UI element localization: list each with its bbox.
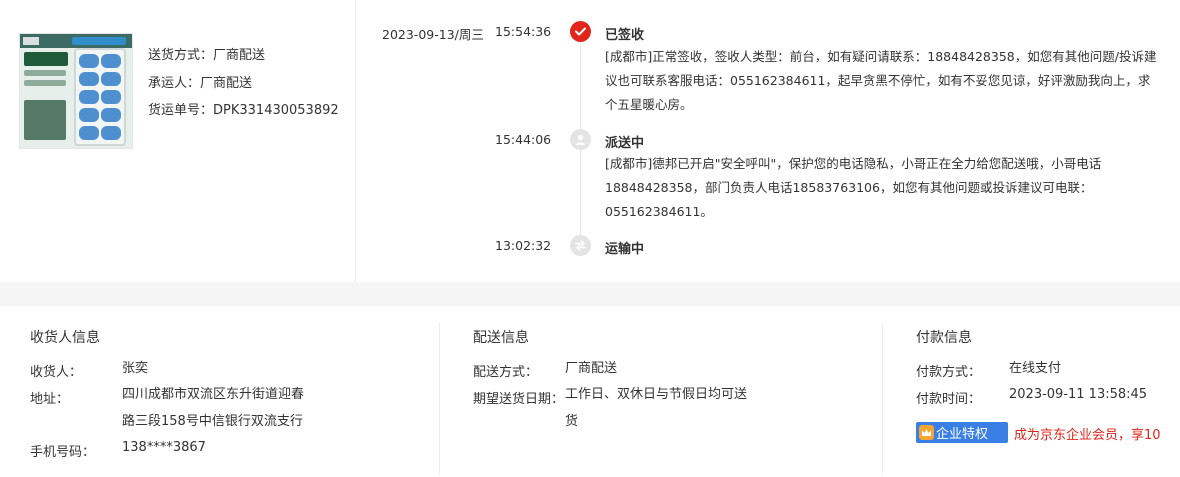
payment-time: 2023-09-11 13:58:45 — [1009, 387, 1148, 402]
event-status: 运输中 — [605, 242, 645, 257]
enterprise-promo-link[interactable]: 成为京东企业会员，享10 — [1014, 424, 1161, 443]
payment-method-label: 付款方式： — [916, 365, 982, 380]
order-info-section: 收货人信息 收货人： 张奕 地址： 四川成都市双流区东升街道迎春 路三段158号… — [0, 306, 1180, 477]
delivery-date: 工作日、双休日与节假日均可送 货 — [565, 382, 747, 435]
thumbnail-title-block — [24, 52, 68, 66]
delivery-info: 配送信息 配送方式： 厂商配送 期望送货日期： 工作日、双休日与节假日均可送 货 — [473, 306, 882, 477]
delivery-title: 配送信息 — [473, 330, 529, 346]
receiver-name-label: 收货人： — [30, 365, 83, 380]
payment-title: 付款信息 — [916, 330, 972, 346]
address-line: 路三段158号中信银行双流支行 — [122, 413, 303, 429]
event-status: 已签收 — [605, 28, 645, 43]
thumbnail-text-line — [24, 70, 66, 76]
delivery-date-line: 工作日、双休日与节假日均可送 — [565, 387, 748, 402]
payment-time-label: 付款时间： — [916, 392, 982, 407]
phone-label: 手机号码： — [30, 445, 96, 460]
column-divider — [882, 322, 883, 474]
thumbnail-text-line — [24, 80, 66, 86]
delivery-date-line: 货 — [565, 413, 579, 429]
receiver-info: 收货人信息 收货人： 张奕 地址： 四川成都市双流区东升街道迎春 路三段158号… — [30, 306, 439, 477]
address-label: 地址： — [30, 392, 70, 407]
column-divider — [439, 322, 440, 474]
product-thumbnail[interactable] — [19, 33, 133, 149]
tracking-timeline: 2023-09-13/周三 15:54:36 已签收 [成都市]正常签收，签收人… — [356, 0, 1180, 282]
transit-icon — [570, 235, 591, 256]
enterprise-badge[interactable]: 企业特权 — [916, 422, 1008, 443]
delivery-method-label: 配送方式： — [473, 365, 539, 380]
package-panel: 送货方式：厂商配送 承运人：厂商配送 货运单号：DPK331430053892 — [0, 0, 356, 282]
receiver-address: 四川成都市双流区东升街道迎春 路三段158号中信银行双流支行 — [122, 382, 304, 435]
delivery-person-icon — [570, 129, 591, 150]
receiver-name: 张奕 — [122, 361, 149, 376]
check-icon — [570, 21, 591, 42]
event-description: [成都市]正常签收，签收人类型：前台，如有疑问请联系：18848428358，如… — [605, 45, 1177, 117]
brand-logo-icon — [23, 37, 39, 45]
description-line: 18848428358，部门负责人电话18583763106，如您有其他问题或投… — [605, 180, 1093, 195]
description-line: 议也可联系客服电话：055162384611，起早贪黑不停忙，如有不妥您见谅，好… — [605, 73, 1151, 88]
event-time: 13:02:32 — [495, 238, 552, 253]
event-description: [成都市]德邦已开启"安全呼叫"，保护您的电话隐私，小哥正在全力给您配送哦，小哥… — [605, 152, 1177, 224]
payment-info: 付款信息 付款方式： 在线支付 付款时间： 2023-09-11 13:58:4… — [916, 306, 1180, 477]
shipping-info: 送货方式：厂商配送 承运人：厂商配送 货运单号：DPK331430053892 — [148, 46, 339, 129]
shipping-carrier: 承运人：厂商配送 — [148, 75, 253, 91]
event-time: 15:44:06 — [495, 132, 552, 147]
order-tracking-section: 送货方式：厂商配送 承运人：厂商配送 货运单号：DPK331430053892 … — [0, 0, 1180, 282]
description-line: 055162384611。 — [605, 204, 713, 219]
water-rack-icon — [74, 48, 126, 146]
delivery-method: 厂商配送 — [565, 361, 618, 376]
cctv-badge-icon — [72, 37, 126, 45]
enterprise-badge-label: 企业特权 — [936, 427, 989, 442]
payment-method: 在线支付 — [1009, 361, 1062, 376]
description-line: [成都市]正常签收，签收人类型：前台，如有疑问请联系：18848428358，如… — [605, 49, 1157, 64]
section-divider — [0, 282, 1180, 306]
description-line: 个五星暖心房。 — [605, 97, 693, 112]
tracking-number: 货运单号：DPK331430053892 — [148, 103, 339, 118]
receiver-title: 收货人信息 — [30, 330, 100, 346]
thumbnail-feature-box — [24, 100, 66, 140]
receiver-phone: 138****3867 — [122, 440, 206, 455]
address-line: 四川成都市双流区东升街道迎春 — [122, 387, 305, 402]
delivery-date-label: 期望送货日期： — [473, 392, 565, 407]
crown-icon — [919, 425, 934, 440]
event-time: 15:54:36 — [495, 24, 552, 39]
description-line: [成都市]德邦已开启"安全呼叫"，保护您的电话隐私，小哥正在全力给您配送哦，小哥… — [605, 156, 1102, 171]
timeline-date: 2023-09-13/周三 — [382, 27, 484, 42]
event-status: 派送中 — [605, 136, 645, 151]
shipping-method: 送货方式：厂商配送 — [148, 48, 266, 63]
